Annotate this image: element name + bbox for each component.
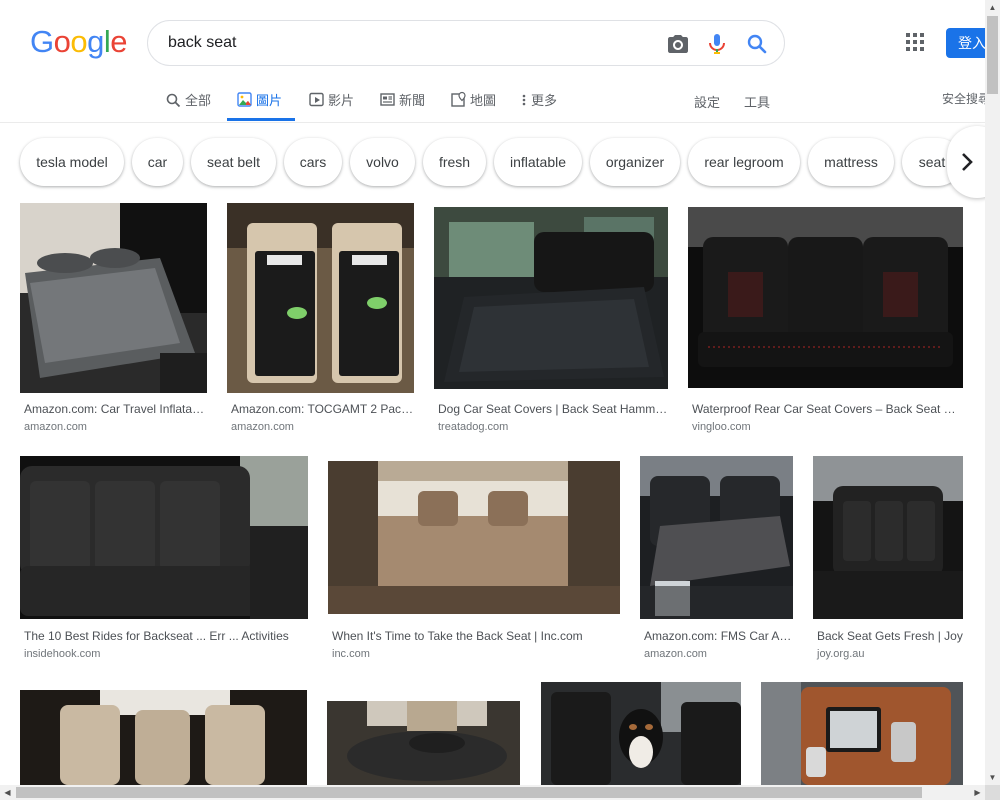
settings-link[interactable]: 設定 xyxy=(694,92,720,111)
image-result[interactable]: Dog Car Seat Covers | Back Seat Hammock … xyxy=(434,207,668,438)
logo-letter: o xyxy=(53,24,71,59)
horizontal-scrollbar-thumb[interactable] xyxy=(16,787,922,798)
chip-fresh[interactable]: fresh xyxy=(423,138,486,186)
result-thumbnail[interactable] xyxy=(688,207,963,388)
tab-label: 全部 xyxy=(185,93,212,108)
chip-volvo[interactable]: volvo xyxy=(350,138,415,186)
image-result[interactable]: Amazon.com: Car Travel Inflatable Mattre… xyxy=(20,203,207,438)
tab-label: 影片 xyxy=(328,93,355,108)
video-icon xyxy=(309,91,324,115)
chip-mattress[interactable]: mattress xyxy=(808,138,894,186)
result-title[interactable]: Amazon.com: FMS Car Air Mattress xyxy=(644,629,793,643)
chip-cars[interactable]: cars xyxy=(284,138,342,186)
result-thumbnail[interactable] xyxy=(761,682,963,785)
result-source: treatadog.com xyxy=(438,421,509,433)
microphone-icon[interactable] xyxy=(705,32,729,56)
result-thumbnail[interactable] xyxy=(640,456,793,619)
tab-maps[interactable]: 地圖 xyxy=(451,91,496,123)
google-logo[interactable]: Google xyxy=(30,24,128,60)
tab-more[interactable]: 更多 xyxy=(521,91,557,123)
vertical-scrollbar[interactable] xyxy=(985,0,1000,785)
logo-letter: o xyxy=(70,24,88,59)
image-result[interactable]: Amazon.com: FMS Car Air Mattress amazon.… xyxy=(640,456,793,666)
result-title[interactable]: When It's Time to Take the Back Seat | I… xyxy=(332,629,620,643)
result-thumbnail[interactable] xyxy=(227,203,414,393)
search-icon[interactable] xyxy=(745,32,769,56)
vertical-scrollbar-thumb[interactable] xyxy=(987,16,998,94)
scroll-down-arrow-icon[interactable]: ▼ xyxy=(985,770,1000,785)
result-source: amazon.com xyxy=(644,648,707,660)
camera-icon[interactable] xyxy=(666,32,690,56)
more-vert-icon xyxy=(521,91,527,115)
image-result[interactable] xyxy=(20,690,307,785)
image-result[interactable]: The 10 Best Rides for Backseat ... Err .… xyxy=(20,456,308,666)
image-result[interactable]: Amazon.com: TOCGAMT 2 Pack Car Backseat … xyxy=(227,203,414,438)
search-icon xyxy=(166,91,181,115)
tab-all[interactable]: 全部 xyxy=(166,91,211,123)
tab-label: 地圖 xyxy=(470,93,497,108)
result-thumbnail[interactable] xyxy=(813,456,963,619)
chip-inflatable[interactable]: inflatable xyxy=(494,138,582,186)
image-result[interactable]: Waterproof Rear Car Seat Covers – Back S… xyxy=(688,207,963,438)
active-tab-indicator xyxy=(227,118,295,121)
image-result[interactable] xyxy=(761,682,963,785)
news-icon xyxy=(380,91,395,115)
logo-letter: e xyxy=(110,24,128,59)
logo-letter: G xyxy=(30,24,54,59)
image-icon xyxy=(237,91,252,115)
result-source: joy.org.au xyxy=(817,648,865,660)
scroll-up-arrow-icon[interactable]: ▲ xyxy=(985,0,1000,15)
scroll-right-arrow-icon[interactable]: ▶ xyxy=(970,785,985,800)
tab-label: 圖片 xyxy=(256,93,283,108)
tools-link[interactable]: 工具 xyxy=(744,92,770,111)
result-title[interactable]: Amazon.com: TOCGAMT 2 Pack Car Backseat … xyxy=(231,402,414,416)
result-thumbnail[interactable] xyxy=(20,203,207,393)
result-thumbnail[interactable] xyxy=(541,682,741,785)
logo-letter: g xyxy=(87,24,104,59)
result-title[interactable]: The 10 Best Rides for Backseat ... Err .… xyxy=(24,629,308,643)
tab-label: 新聞 xyxy=(399,93,426,108)
chip-organizer[interactable]: organizer xyxy=(590,138,680,186)
result-source: amazon.com xyxy=(24,421,87,433)
chip-rear-legroom[interactable]: rear legroom xyxy=(688,138,800,186)
tab-news[interactable]: 新聞 xyxy=(380,91,425,123)
chevron-right-icon xyxy=(959,151,975,178)
result-title[interactable]: Waterproof Rear Car Seat Covers – Back S… xyxy=(692,402,962,416)
chip-seat-belt[interactable]: seat belt xyxy=(191,138,276,186)
map-icon xyxy=(451,91,466,115)
tab-videos[interactable]: 影片 xyxy=(309,91,354,123)
result-title[interactable]: Back Seat Gets Fresh | Joy xyxy=(817,629,963,643)
scrollbar-corner xyxy=(985,785,1000,800)
result-thumbnail[interactable] xyxy=(20,456,308,619)
result-thumbnail[interactable] xyxy=(434,207,668,389)
image-result[interactable] xyxy=(541,682,741,785)
search-box xyxy=(147,20,785,66)
result-source: amazon.com xyxy=(231,421,294,433)
page: Google 登入 全部 圖片 影片 新聞 地圖 更多 xyxy=(0,0,1000,800)
result-thumbnail[interactable] xyxy=(327,701,520,785)
chip-tesla-model[interactable]: tesla model xyxy=(20,138,124,186)
header-divider xyxy=(0,122,985,123)
image-result[interactable]: When It's Time to Take the Back Seat | I… xyxy=(328,461,620,666)
result-title[interactable]: Amazon.com: Car Travel Inflatable Mattre… xyxy=(24,402,207,416)
result-source: vingloo.com xyxy=(692,421,751,433)
tab-label: 更多 xyxy=(531,93,558,108)
result-thumbnail[interactable] xyxy=(328,461,620,614)
image-result[interactable] xyxy=(327,701,520,785)
result-title[interactable]: Dog Car Seat Covers | Back Seat Hammock xyxy=(438,402,668,416)
safe-search-toggle[interactable]: 安全搜尋 xyxy=(942,90,990,107)
chip-car[interactable]: car xyxy=(132,138,183,186)
scroll-left-arrow-icon[interactable]: ◀ xyxy=(0,785,15,800)
result-source: inc.com xyxy=(332,648,370,660)
result-source: insidehook.com xyxy=(24,648,101,660)
apps-grid-icon[interactable] xyxy=(905,32,925,52)
image-result[interactable]: Back Seat Gets Fresh | Joy joy.org.au xyxy=(813,456,963,666)
result-thumbnail[interactable] xyxy=(20,690,307,785)
search-input[interactable] xyxy=(166,31,646,55)
